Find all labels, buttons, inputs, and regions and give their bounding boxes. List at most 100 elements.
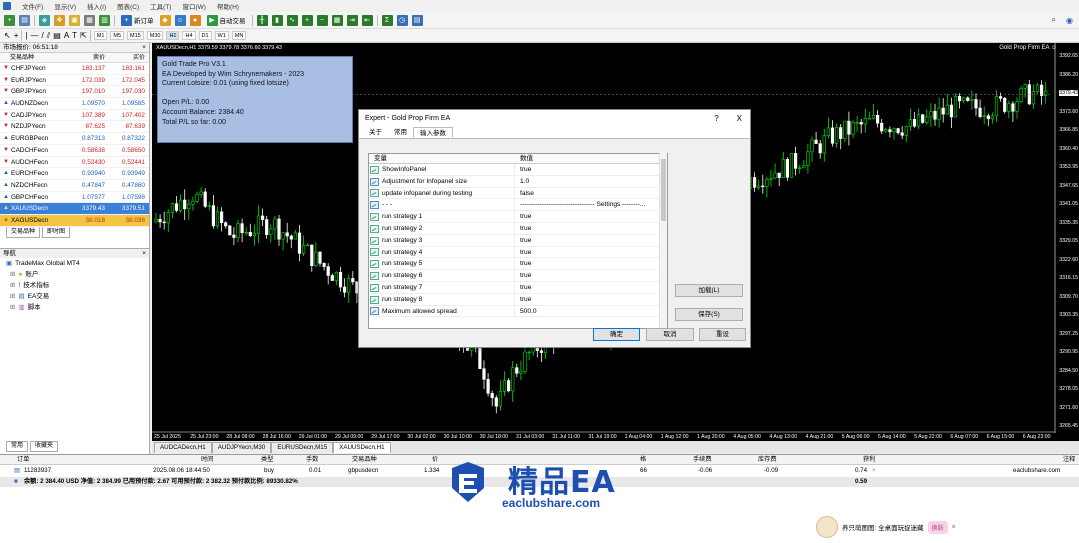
- timeframe-m5[interactable]: M5: [110, 31, 125, 40]
- market-watch-row[interactable]: ▲ EURGBPecn 0.87313 0.87322: [0, 133, 149, 145]
- market-icon[interactable]: ●: [189, 14, 201, 26]
- timeframe-m15[interactable]: M15: [127, 31, 144, 40]
- parameter-value[interactable]: false: [515, 188, 667, 200]
- nav-item-indicators[interactable]: ⊞ f 技术指标: [0, 280, 149, 291]
- parameter-value[interactable]: true: [515, 211, 667, 223]
- parameters-scrollbar[interactable]: [659, 153, 667, 329]
- expand-icon[interactable]: ⊞: [10, 280, 15, 291]
- nav-root[interactable]: ▣ TradeMax Global MT4: [0, 258, 149, 269]
- community-icon[interactable]: ◉: [1066, 16, 1073, 25]
- expand-icon[interactable]: ⊞: [10, 302, 15, 313]
- col-time[interactable]: 时间: [201, 455, 213, 465]
- menu-file[interactable]: 文件(F): [22, 1, 43, 11]
- menu-tools[interactable]: 工具(T): [150, 1, 171, 11]
- ok-button[interactable]: 确定: [593, 328, 640, 341]
- navigator-icon[interactable]: ✥: [54, 14, 65, 26]
- expand-icon[interactable]: ⊞: [10, 291, 15, 302]
- text-icon[interactable]: A: [64, 31, 69, 40]
- timeframe-w1[interactable]: W1: [214, 31, 229, 40]
- market-watch-row[interactable]: ▼ CADJPYecn 107.389 107.402: [0, 110, 149, 122]
- vertical-line-icon[interactable]: |: [25, 31, 27, 40]
- col-symbol[interactable]: 交易品种: [352, 455, 377, 465]
- col-lots[interactable]: 手数: [306, 455, 318, 465]
- nav-item-experts[interactable]: ⊞ ▤ EA交易: [0, 291, 149, 302]
- market-watch-row[interactable]: ▼ AUDCHFecn 0.52430 0.52441: [0, 157, 149, 169]
- market-watch-row[interactable]: ▲ XAUUSDecn 3379.43 3379.51: [0, 203, 149, 215]
- close-button[interactable]: X: [737, 110, 742, 127]
- column-bid[interactable]: 卖价: [66, 53, 108, 63]
- col-tp[interactable]: 格: [640, 455, 646, 465]
- parameter-row[interactable]: run strategy 8 true: [369, 293, 667, 306]
- horizontal-line-icon[interactable]: —: [30, 31, 38, 40]
- parameter-row[interactable]: run strategy 7 true: [369, 281, 667, 294]
- tab-common[interactable]: 常用: [6, 441, 29, 452]
- parameter-row[interactable]: run strategy 3 true: [369, 234, 667, 247]
- market-watch-row[interactable]: ▼ NZDJPYecn 87.625 87.639: [0, 121, 149, 134]
- help-button[interactable]: ?: [714, 110, 718, 127]
- col-price[interactable]: 价: [432, 455, 438, 465]
- parameter-value[interactable]: true: [515, 258, 667, 270]
- tab-common[interactable]: 常用: [388, 127, 413, 138]
- chart-shift-icon[interactable]: ⇥: [346, 14, 358, 26]
- menu-charts[interactable]: 图表(C): [117, 1, 139, 11]
- nav-item-accounts[interactable]: ⊞ ● 账户: [0, 269, 149, 280]
- market-watch-row[interactable]: ▼ CADCHFecn 0.58638 0.58650: [0, 145, 149, 157]
- market-watch-row[interactable]: ▲ EURCHFecn 0.93940 0.93949: [0, 168, 149, 180]
- parameter-value[interactable]: true: [515, 164, 667, 176]
- parameter-value[interactable]: true: [515, 223, 667, 235]
- tile-windows-icon[interactable]: ▦: [331, 14, 343, 26]
- periods-icon[interactable]: ◷: [396, 14, 408, 26]
- tab-symbols[interactable]: 交易品种: [6, 226, 41, 238]
- menu-view[interactable]: 显示(V): [54, 1, 76, 11]
- parameter-row[interactable]: Maximum allowed spread 500.0: [369, 305, 667, 318]
- channel-icon[interactable]: ⫽: [47, 31, 51, 41]
- parameter-row[interactable]: run strategy 5 true: [369, 258, 667, 271]
- market-watch-row[interactable]: ▼ EURJPYecn 172.039 172.045: [0, 75, 149, 87]
- parameter-value[interactable]: ---------------------------------- Setti…: [515, 199, 667, 211]
- new-chart-icon[interactable]: +: [4, 14, 15, 26]
- cursor-icon[interactable]: ↖: [4, 31, 11, 40]
- profiles-icon[interactable]: ▤: [19, 14, 30, 26]
- parameter-row[interactable]: run strategy 4 true: [369, 246, 667, 259]
- col-type[interactable]: 类型: [261, 455, 273, 465]
- market-watch-row[interactable]: ▲ AUDNZDecn 1.09570 1.09585: [0, 98, 149, 110]
- chart-tab-active[interactable]: XAUUSDecn,H1: [333, 442, 391, 453]
- trendline-icon[interactable]: /: [41, 31, 43, 40]
- autoscroll-icon[interactable]: ⇤: [361, 14, 373, 26]
- tab-tick-chart[interactable]: 即时图: [42, 226, 71, 238]
- market-watch-row[interactable]: ▲ NZDCHFecn 0.47847 0.47860: [0, 180, 149, 192]
- col-profit[interactable]: 获利: [863, 455, 875, 465]
- load-button[interactable]: 加载(L): [675, 284, 743, 297]
- save-button[interactable]: 保存(S): [675, 308, 743, 321]
- column-variable[interactable]: 变量: [369, 154, 515, 164]
- tab-inputs[interactable]: 输入参数: [413, 127, 453, 138]
- timeframe-h1[interactable]: H1: [166, 31, 180, 40]
- indicators-icon[interactable]: Ʃ: [381, 14, 393, 26]
- parameter-value[interactable]: true: [515, 270, 667, 282]
- parameter-row[interactable]: run strategy 6 true: [369, 270, 667, 282]
- close-icon[interactable]: ×: [142, 43, 146, 52]
- search-icon[interactable]: ⌕: [1052, 15, 1056, 25]
- parameter-value[interactable]: true: [515, 282, 667, 294]
- zoom-out-icon[interactable]: −: [316, 14, 328, 26]
- chart-tab[interactable]: AUDCADecn,H1: [154, 442, 212, 453]
- terminal-icon[interactable]: ▦: [84, 14, 95, 26]
- expand-icon[interactable]: ⊞: [10, 269, 15, 280]
- timeframe-d1[interactable]: D1: [198, 31, 212, 40]
- arrows-icon[interactable]: ⇱: [80, 31, 87, 40]
- parameter-row[interactable]: run strategy 2 true: [369, 222, 667, 235]
- data-window-icon[interactable]: ▣: [69, 14, 80, 26]
- col-commission[interactable]: 手续费: [693, 455, 712, 465]
- menu-insert[interactable]: 插入(I): [87, 1, 106, 11]
- bar-chart-icon[interactable]: ╫: [256, 14, 268, 26]
- signals-icon[interactable]: ☺: [174, 14, 186, 26]
- menu-window[interactable]: 窗口(W): [182, 1, 205, 11]
- col-swap[interactable]: 库存费: [758, 455, 777, 465]
- templates-icon[interactable]: ▤: [411, 14, 423, 26]
- parameter-value[interactable]: true: [515, 235, 667, 247]
- column-value[interactable]: 数值: [515, 154, 667, 164]
- col-comment[interactable]: 注释: [1063, 455, 1075, 465]
- parameter-value[interactable]: true: [515, 294, 667, 306]
- market-watch-row[interactable]: ▲ XAGUSDecn 38.018 38.036: [0, 214, 149, 227]
- nav-item-scripts[interactable]: ⊞ ▥ 脚本: [0, 302, 149, 313]
